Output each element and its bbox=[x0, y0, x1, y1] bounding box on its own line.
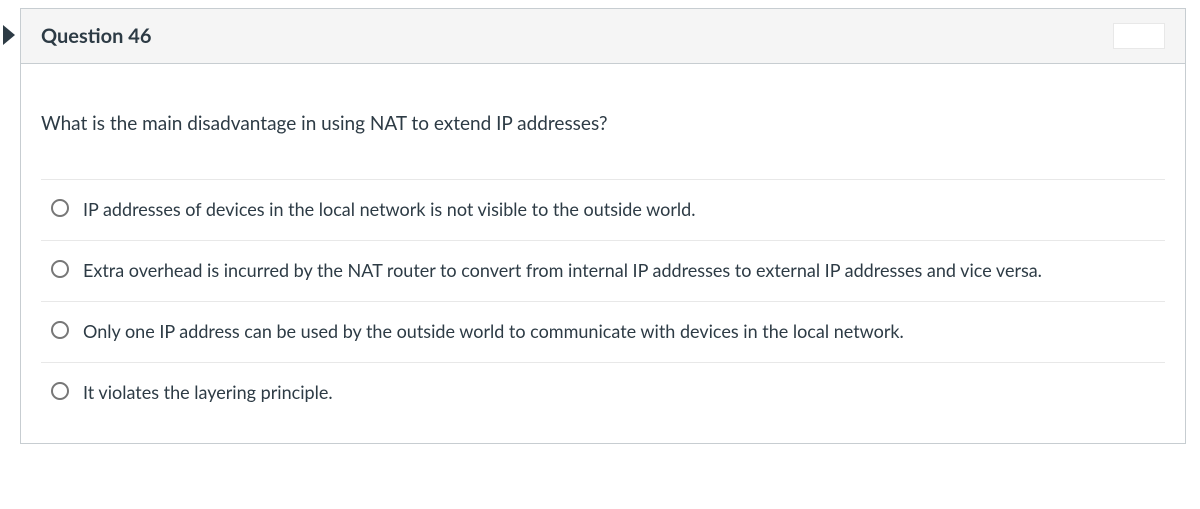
question-body: What is the main disadvantage in using N… bbox=[21, 64, 1185, 443]
answer-option[interactable]: Extra overhead is incurred by the NAT ro… bbox=[41, 240, 1165, 301]
question-header: Question 46 bbox=[21, 9, 1185, 64]
radio-icon[interactable] bbox=[51, 382, 69, 400]
radio-icon[interactable] bbox=[51, 260, 69, 278]
answer-label[interactable]: Only one IP address can be used by the o… bbox=[83, 318, 904, 346]
radio-icon[interactable] bbox=[51, 321, 69, 339]
question-card: Question 46 What is the main disadvantag… bbox=[20, 8, 1186, 444]
answer-list: IP addresses of devices in the local net… bbox=[21, 179, 1185, 443]
answer-label[interactable]: IP addresses of devices in the local net… bbox=[83, 196, 695, 224]
points-box bbox=[1113, 23, 1165, 49]
question-title: Question 46 bbox=[41, 24, 151, 48]
answer-label[interactable]: Extra overhead is incurred by the NAT ro… bbox=[83, 257, 1042, 285]
answer-label[interactable]: It violates the layering principle. bbox=[83, 379, 333, 407]
answer-option[interactable]: IP addresses of devices in the local net… bbox=[41, 179, 1165, 240]
radio-icon[interactable] bbox=[51, 199, 69, 217]
answer-option[interactable]: Only one IP address can be used by the o… bbox=[41, 301, 1165, 362]
answer-option[interactable]: It violates the layering principle. bbox=[41, 362, 1165, 423]
pointer-icon bbox=[1, 23, 17, 47]
question-prompt: What is the main disadvantage in using N… bbox=[21, 64, 1185, 179]
